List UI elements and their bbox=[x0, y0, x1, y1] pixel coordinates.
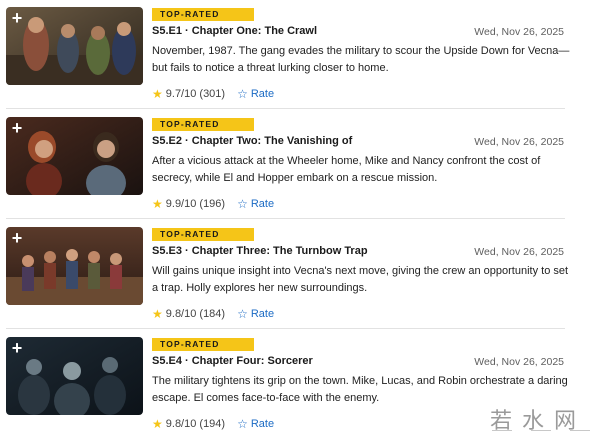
rate-button[interactable]: ☆ Rate bbox=[237, 87, 274, 101]
rating-value: 9.8/10 (184) bbox=[165, 308, 226, 320]
episode-title[interactable]: S5.E4 · Chapter Four: Sorcerer bbox=[152, 355, 313, 367]
episode-date: Wed, Nov 26, 2025 bbox=[474, 356, 564, 368]
add-watchlist-button[interactable]: + bbox=[6, 7, 28, 29]
episode-date: Wed, Nov 26, 2025 bbox=[474, 246, 564, 258]
star-icon: ★ bbox=[152, 417, 163, 431]
episode-title[interactable]: S5.E2 · Chapter Two: The Vanishing of bbox=[152, 135, 352, 147]
episode-date: Wed, Nov 26, 2025 bbox=[474, 136, 564, 148]
episode-item[interactable]: + TOP-RATED S5.E2 · Chapter Two: The Van… bbox=[0, 110, 600, 211]
add-watchlist-button[interactable]: + bbox=[6, 117, 28, 139]
episode-thumbnail[interactable]: + bbox=[6, 227, 143, 305]
rate-label: Rate bbox=[250, 198, 275, 210]
rating-value: 9.9/10 (196) bbox=[165, 198, 226, 210]
top-rated-badge: TOP-RATED bbox=[152, 228, 254, 241]
episode-description: Will gains unique insight into Vecna's n… bbox=[152, 265, 569, 294]
star-outline-icon: ☆ bbox=[237, 417, 248, 431]
divider bbox=[6, 328, 565, 329]
star-outline-icon: ☆ bbox=[237, 307, 248, 321]
top-rated-badge: TOP-RATED bbox=[152, 118, 254, 131]
episode-description: The military tightens its grip on the to… bbox=[152, 375, 568, 404]
episode-title[interactable]: S5.E1 · Chapter One: The Crawl bbox=[152, 25, 317, 37]
episode-item[interactable]: + TOP-RATED S5.E3 · Chapter Three: The T… bbox=[0, 220, 600, 321]
rate-label: Rate bbox=[250, 308, 275, 320]
star-icon: ★ bbox=[152, 307, 163, 321]
star-outline-icon: ☆ bbox=[237, 87, 248, 101]
rate-button[interactable]: ☆ Rate bbox=[237, 417, 274, 431]
top-rated-badge: TOP-RATED bbox=[152, 8, 254, 21]
star-icon: ★ bbox=[152, 197, 163, 211]
top-rated-badge: TOP-RATED bbox=[152, 338, 254, 351]
episode-date: Wed, Nov 26, 2025 bbox=[474, 26, 564, 38]
rating-row: ★ 9.8/10 (184) ☆ Rate bbox=[152, 307, 274, 321]
star-icon: ★ bbox=[152, 87, 163, 101]
episode-thumbnail[interactable]: + bbox=[6, 337, 143, 415]
episode-description: After a vicious attack at the Wheeler ho… bbox=[152, 155, 541, 184]
rating-value: 9.7/10 (301) bbox=[165, 88, 226, 100]
star-outline-icon: ☆ bbox=[237, 197, 248, 211]
add-watchlist-button[interactable]: + bbox=[6, 337, 28, 359]
watermark-underline bbox=[492, 430, 590, 432]
rating-row: ★ 9.7/10 (301) ☆ Rate bbox=[152, 87, 274, 101]
add-watchlist-button[interactable]: + bbox=[6, 227, 28, 249]
rate-label: Rate bbox=[250, 88, 275, 100]
episode-description: November, 1987. The gang evades the mili… bbox=[152, 45, 570, 74]
divider bbox=[6, 108, 565, 109]
divider bbox=[6, 218, 565, 219]
episode-thumbnail[interactable]: + bbox=[6, 7, 143, 85]
rating-value: 9.8/10 (194) bbox=[165, 418, 226, 430]
rating-row: ★ 9.8/10 (194) ☆ Rate bbox=[152, 417, 274, 431]
episode-title[interactable]: S5.E3 · Chapter Three: The Turnbow Trap bbox=[152, 245, 368, 257]
episode-item[interactable]: + TOP-RATED S5.E1 · Chapter One: The Cra… bbox=[0, 0, 600, 101]
rate-button[interactable]: ☆ Rate bbox=[237, 307, 274, 321]
rating-row: ★ 9.9/10 (196) ☆ Rate bbox=[152, 197, 274, 211]
rate-button[interactable]: ☆ Rate bbox=[237, 197, 274, 211]
episode-thumbnail[interactable]: + bbox=[6, 117, 143, 195]
rate-label: Rate bbox=[250, 418, 275, 430]
